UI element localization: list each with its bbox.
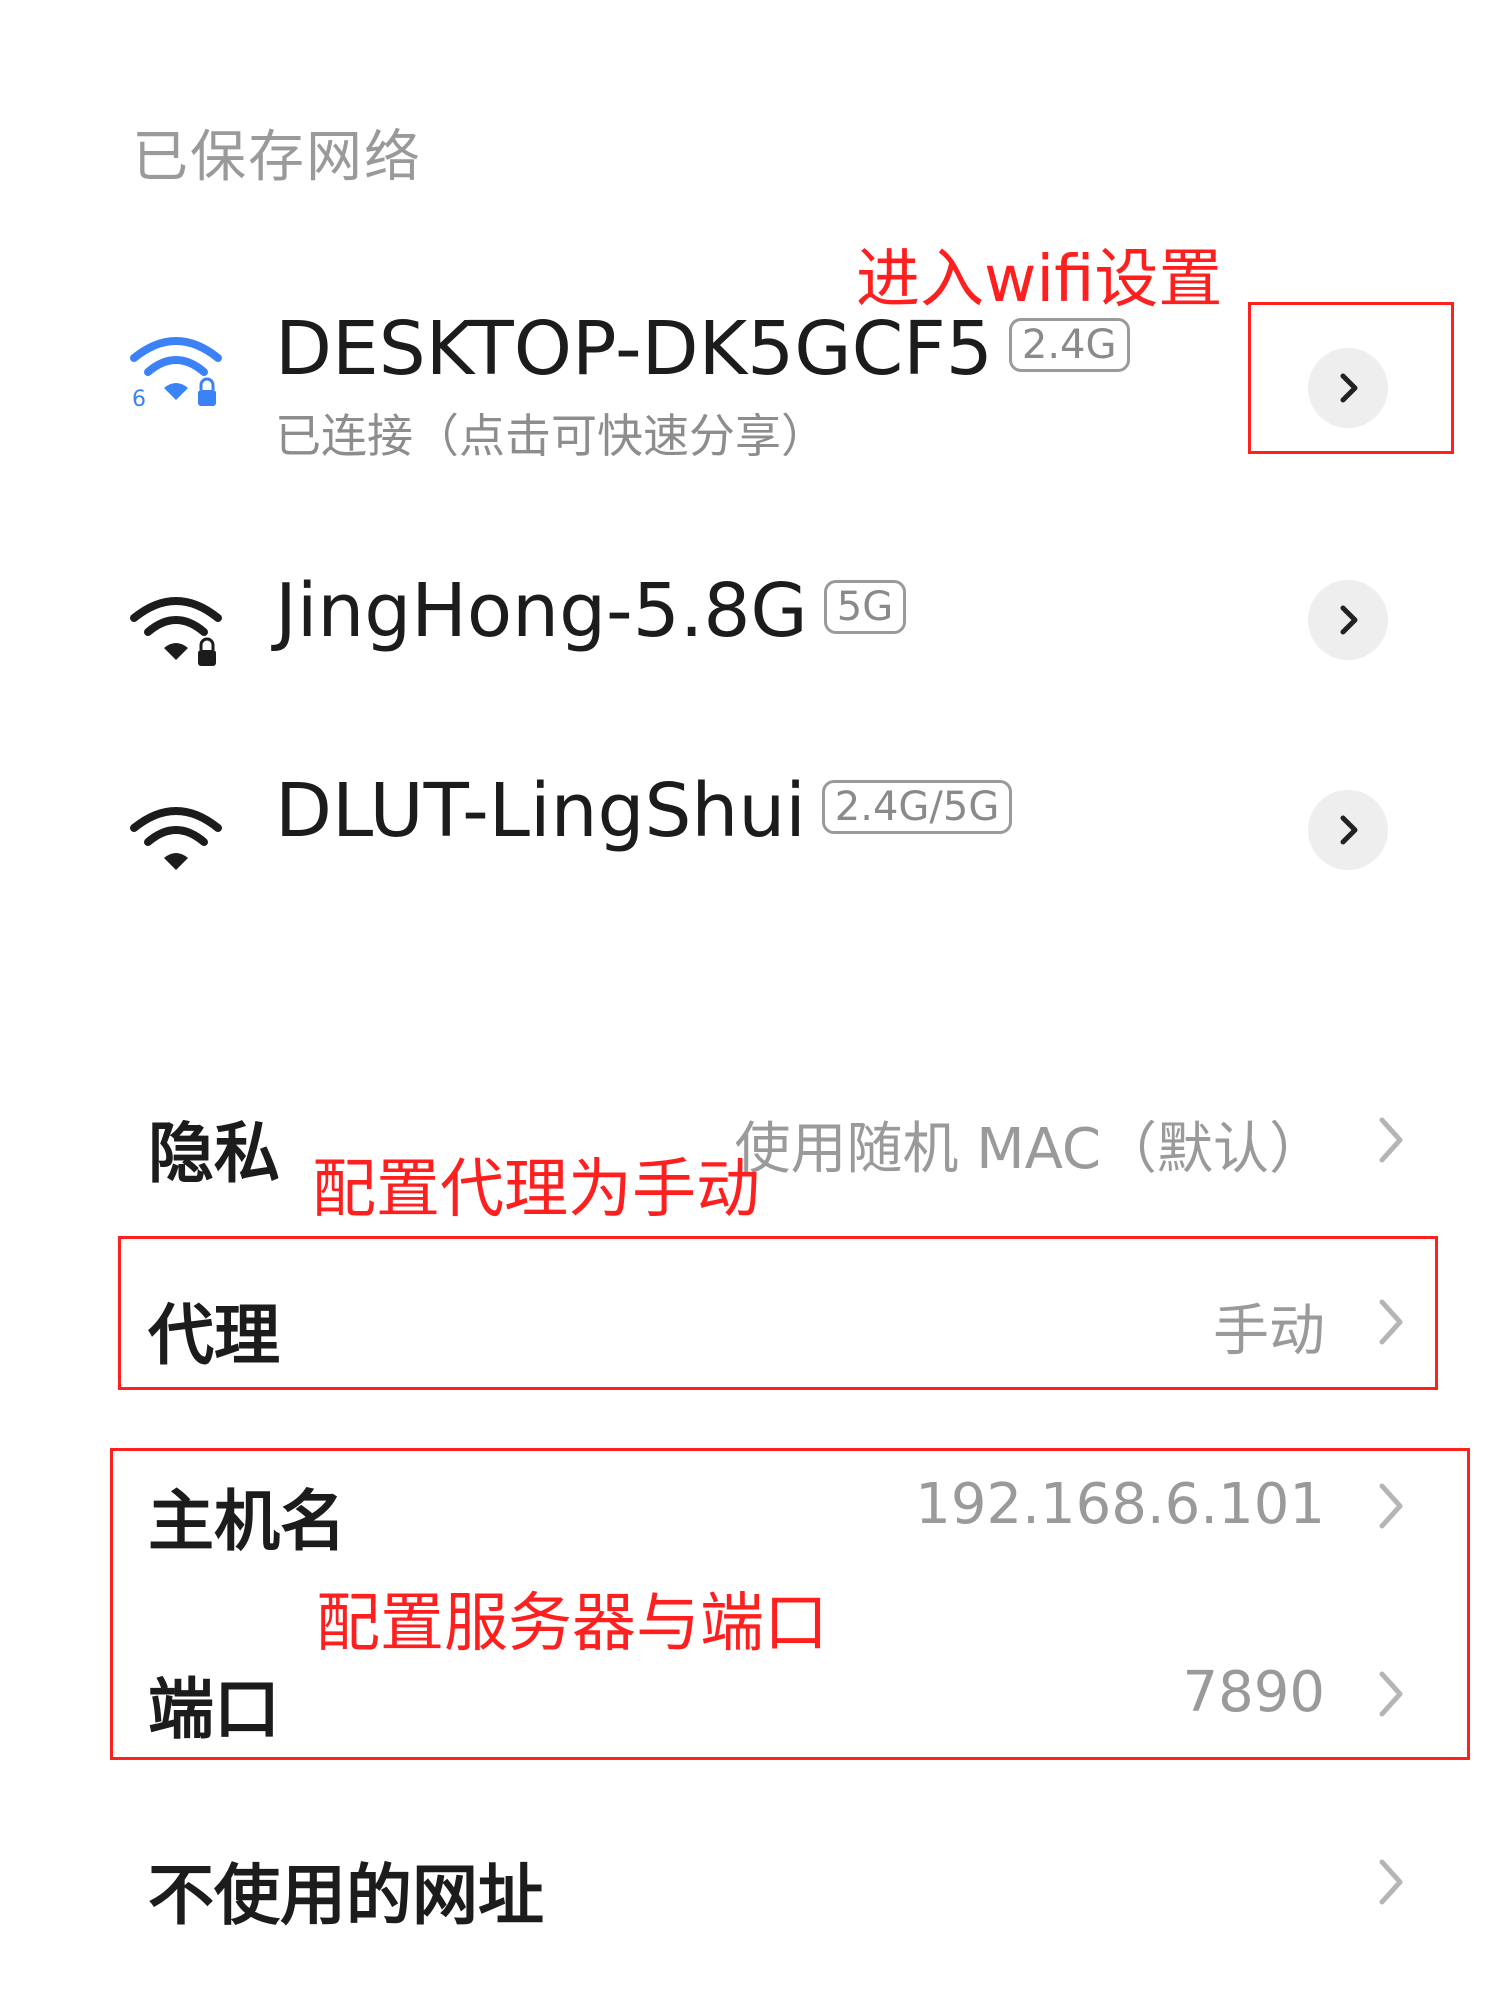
privacy-label: 隐私 [148,1115,280,1192]
annotation-enter-wifi: 进入wifi设置 [856,243,1223,317]
network-item-dlut[interactable]: DLUT-LingShui 2.4G/5G [0,740,1500,940]
chevron-right-icon [1379,1117,1403,1163]
network-details-button[interactable] [1308,790,1388,870]
annotation-box-details [1248,302,1454,454]
band-badge: 5G [823,580,907,635]
chevron-right-icon [1379,1859,1403,1905]
band-badge: 2.4G [1008,318,1130,373]
network-item-jinghong[interactable]: JingHong-5.8G 5G [0,540,1500,740]
band-badge: 2.4G/5G [821,780,1013,835]
svg-text:6: 6 [132,387,146,410]
bypass-urls-label: 不使用的网址 [148,1857,544,1934]
annotation-box-proxy [118,1236,1438,1390]
annotation-box-server [110,1448,1470,1760]
wifi-6-lock-icon: 6 [128,330,224,412]
network-name-text: JingHong-5.8G [275,568,808,654]
connection-status: 已连接（点击可快速分享） [275,409,827,463]
network-name-text: DLUT-LingShui [275,768,806,854]
wifi-lock-icon [128,590,224,670]
chevron-right-icon [1340,605,1358,635]
bypass-urls-row[interactable]: 不使用的网址 [0,1812,1500,1942]
annotation-proxy-manual: 配置代理为手动 [312,1153,760,1227]
chevron-right-icon [1340,815,1358,845]
network-name: JingHong-5.8G 5G [275,568,907,654]
privacy-value: 使用随机 MAC（默认） [734,1117,1325,1182]
wifi-icon [128,800,224,880]
network-name: DLUT-LingShui 2.4G/5G [275,768,1013,854]
network-details-button[interactable] [1308,580,1388,660]
section-title: 已保存网络 [132,125,422,190]
